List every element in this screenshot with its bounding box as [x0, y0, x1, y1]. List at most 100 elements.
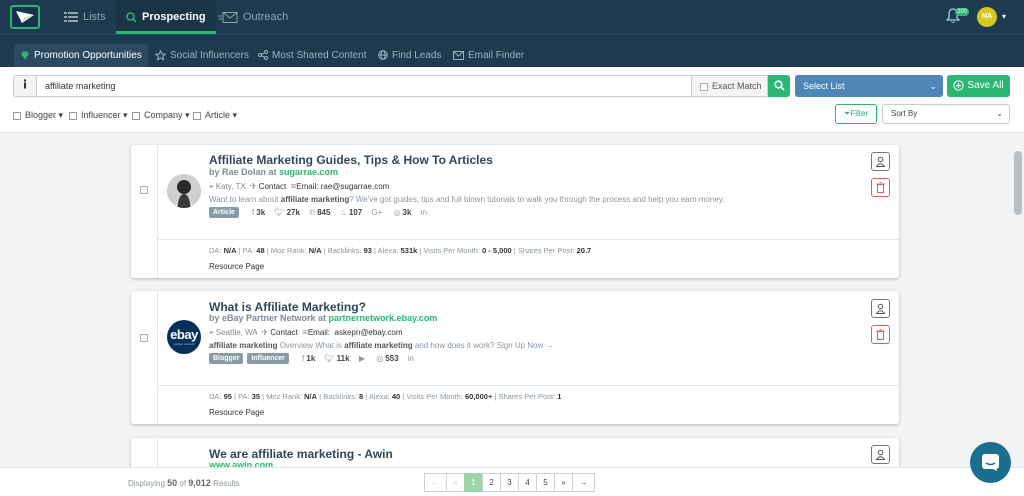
result-card: Affiliate Marketing Guides, Tips & How T…: [131, 145, 899, 278]
metric-value: N/A: [304, 392, 318, 401]
desc-highlight: affiliate marketing: [344, 341, 413, 350]
notification-badge: 200: [955, 8, 970, 16]
search-button[interactable]: [768, 75, 790, 97]
user-avatar[interactable]: NA: [977, 7, 997, 27]
add-contact-button[interactable]: [871, 152, 890, 171]
avatar: [167, 174, 201, 208]
metric-label: Shares Per Post:: [498, 392, 556, 401]
sort-by-dropdown[interactable]: Sort By ⌄: [882, 104, 1010, 124]
add-contact-button[interactable]: [871, 445, 890, 464]
metric-value: 1: [557, 392, 562, 401]
delete-button[interactable]: [871, 178, 890, 197]
tab-email-finder[interactable]: Email Finder: [447, 44, 530, 68]
nav-prospecting[interactable]: Prospecting: [116, 0, 216, 34]
filter-article[interactable]: Article ▾: [193, 110, 237, 121]
desc-text: ? We've got guides, tips and full blown …: [349, 195, 725, 204]
tab-social-influencers[interactable]: Social Influencers: [149, 44, 255, 68]
card-check-column: [131, 291, 158, 424]
diamond-icon: [21, 51, 29, 60]
result-location-row: ⌖ Seattle, WA ✈ Contact ✉Email: askepn@e…: [209, 328, 403, 338]
result-tags-stats: Blogger Influencer f 1k 🐦︎ 11k ▶ ◎ 553 in: [209, 353, 416, 364]
sub-navbar: Promotion Opportunities Social Influence…: [0, 34, 1024, 68]
save-all-button[interactable]: Save All: [947, 75, 1010, 97]
result-checkbox[interactable]: [140, 186, 148, 194]
nav-lists[interactable]: Lists: [64, 0, 106, 34]
page-button[interactable]: 1: [464, 473, 483, 492]
paper-plane-icon: ✈: [250, 182, 257, 191]
pinterest-stat: ℗ 845: [309, 208, 330, 217]
trash-icon: [876, 329, 885, 340]
result-metrics: DA: N/A | PA: 48 | Moz Rank: N/A | Backl…: [209, 246, 592, 255]
page-button[interactable]: 2: [482, 473, 501, 492]
metric-value: 48: [256, 246, 265, 255]
metric-label: Backlinks:: [327, 246, 362, 255]
checkbox-box[interactable]: [132, 111, 140, 120]
metric-value: N/A: [223, 246, 237, 255]
trash-icon: [876, 182, 885, 193]
page-button[interactable]: 5: [536, 473, 555, 492]
facebook-icon: f: [302, 353, 305, 363]
results-count: Displaying 50 of 9,012 Results: [128, 478, 240, 488]
page-button[interactable]: 4: [518, 473, 537, 492]
youtube-icon: ▶: [359, 354, 367, 363]
result-location-row: ⌖ Katy, TX ✈ Contact ✉Email: rae@sugarra…: [209, 182, 389, 192]
top-navbar: Lists Prospecting Outreach 200 NA ▾: [0, 0, 1024, 34]
filter-button[interactable]: ⏷Filter: [835, 104, 877, 124]
page-button[interactable]: 3: [500, 473, 519, 492]
filter-company[interactable]: Company ▾: [132, 110, 190, 121]
checkbox-box[interactable]: [69, 111, 77, 120]
result-description: affiliate marketing Overview What is aff…: [209, 341, 554, 350]
result-byline: by eBay Partner Network at partnernetwor…: [209, 313, 437, 323]
delete-button[interactable]: [871, 325, 890, 344]
select-list-dropdown[interactable]: Select List ⌄: [795, 75, 943, 97]
prev-page-button[interactable]: «: [446, 473, 465, 492]
last-page-button[interactable]: →: [572, 473, 595, 492]
result-title[interactable]: Affiliate Marketing Guides, Tips & How T…: [209, 153, 493, 167]
checkbox-box[interactable]: [193, 111, 201, 120]
tag-blogger: Blogger: [209, 353, 244, 364]
resource-page-label: Resource Page: [209, 408, 265, 417]
youtube-glyph: ▶: [358, 353, 365, 363]
chevron-down-icon[interactable]: ▾: [1002, 12, 1006, 21]
site-link[interactable]: sugarrae.com: [279, 167, 338, 177]
metric-label: Shares Per Post:: [517, 246, 575, 255]
metric-value: 35: [251, 392, 261, 401]
contact-link[interactable]: Contact: [270, 328, 298, 337]
search-input[interactable]: [36, 75, 692, 97]
envelope-icon: [453, 50, 464, 60]
tab-most-shared-content[interactable]: Most Shared Content: [252, 44, 373, 68]
email-label: Email:: [296, 182, 319, 191]
tab-promotion-opportunities[interactable]: Promotion Opportunities: [14, 44, 148, 68]
email-link[interactable]: askepn@ebay.com: [335, 328, 403, 337]
result-title[interactable]: We are affiliate marketing - Awin: [209, 447, 393, 461]
ebay-logo: ebay partner network: [167, 320, 201, 354]
first-page-button[interactable]: ←: [424, 473, 447, 492]
instagram-count: 3k: [402, 207, 412, 217]
location-pin-icon: ⌖: [209, 182, 214, 191]
tab-label: Promotion Opportunities: [34, 50, 142, 61]
checkbox-box[interactable]: [13, 111, 21, 120]
checkbox-box[interactable]: [700, 82, 708, 91]
location-text: Seattle, WA: [215, 328, 258, 337]
add-contact-button[interactable]: [871, 299, 890, 318]
chat-widget-button[interactable]: [970, 442, 1011, 483]
app-logo[interactable]: [10, 5, 40, 29]
contact-link[interactable]: Contact: [259, 182, 287, 191]
tab-find-leads[interactable]: Find Leads: [372, 44, 447, 68]
nav-outreach[interactable]: Outreach: [218, 0, 288, 34]
exact-match-checkbox[interactable]: Exact Match: [691, 75, 768, 97]
metric-value: N/A: [308, 246, 322, 255]
metric-label: Moz Rank:: [270, 246, 307, 255]
scrollbar-thumb[interactable]: [1014, 151, 1022, 215]
email-link[interactable]: rae@sugarrae.com: [321, 182, 390, 191]
result-title[interactable]: What is Affiliate Marketing?: [209, 300, 366, 314]
count-text: of: [179, 479, 187, 488]
info-icon[interactable]: [13, 75, 36, 97]
filter-influencer[interactable]: Influencer ▾: [69, 110, 128, 121]
site-link[interactable]: partnernetwork.ebay.com: [329, 313, 438, 323]
next-page-button[interactable]: »: [554, 473, 573, 492]
search-icon: [773, 80, 785, 91]
result-checkbox[interactable]: [140, 334, 148, 342]
filter-blogger[interactable]: Blogger ▾: [13, 110, 63, 121]
result-metrics: DA: 95 | PA: 35 | Moz Rank: N/A | Backli…: [209, 392, 562, 401]
